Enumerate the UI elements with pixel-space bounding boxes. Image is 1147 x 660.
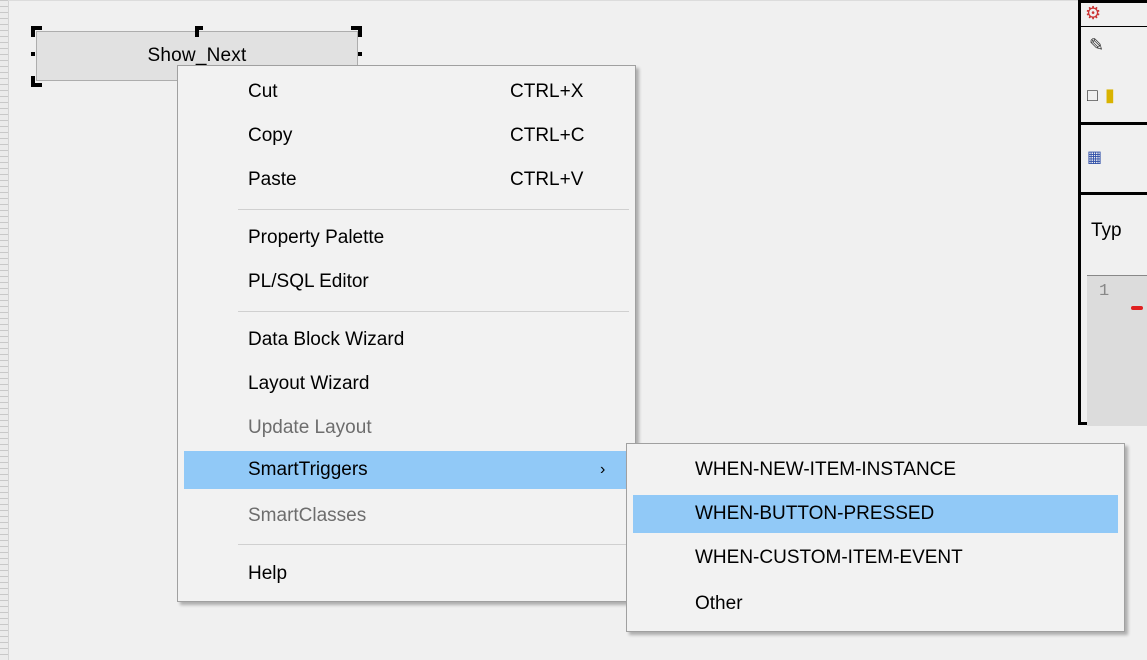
vertical-ruler (0, 0, 9, 660)
menu-item-label: PL/SQL Editor (248, 271, 369, 292)
menu-item-shortcut: CTRL+C (510, 125, 585, 146)
menu-item-label: Paste (248, 169, 297, 190)
menu-separator (238, 311, 629, 312)
menu-item-label: Help (248, 563, 288, 584)
smarttriggers-submenu: WHEN-NEW-ITEM-INSTANCE WHEN-BUTTON-PRESS… (626, 443, 1125, 632)
submenu-item-when-custom-item-event[interactable]: WHEN-CUSTOM-ITEM-EVENT (633, 539, 1118, 577)
menu-item-label: Data Block Wizard (248, 329, 405, 350)
resize-handle-top-mid-h[interactable] (195, 26, 203, 30)
compile-icon[interactable]: ⚙ (1085, 3, 1101, 24)
error-marker (1131, 306, 1143, 310)
menu-item-label: Copy (248, 125, 293, 146)
menu-item-label: SmartTriggers (248, 459, 368, 480)
menu-item-smartclasses: SmartClasses (184, 497, 629, 535)
side-panel-toolbar-2: ✎ (1081, 27, 1147, 71)
resize-handle-top-right-h[interactable] (351, 26, 362, 30)
resize-handle-top-left-h[interactable] (31, 26, 42, 30)
side-panel-toolbar-1: ⚙ (1081, 3, 1147, 27)
menu-separator (238, 544, 629, 545)
menu-item-plsql-editor[interactable]: PL/SQL Editor (184, 263, 629, 301)
menu-item-label: Layout Wizard (248, 373, 370, 394)
menu-item-copy[interactable]: Copy CTRL+C (184, 117, 629, 155)
menu-item-label: Update Layout (248, 417, 372, 438)
binary-data-icon[interactable]: ▦ (1087, 147, 1102, 167)
menu-item-label: Property Palette (248, 227, 385, 248)
menu-item-label: SmartClasses (248, 505, 367, 526)
menu-item-label: WHEN-NEW-ITEM-INSTANCE (695, 459, 957, 480)
open-folder-icon[interactable]: ▮ (1105, 85, 1115, 106)
menu-item-update-layout: Update Layout (184, 409, 629, 447)
resize-handle-right-mid[interactable] (358, 52, 362, 56)
side-panel-toolbar-4: ▦ (1081, 125, 1147, 195)
side-panel-toolbar-3: □ ▮ (1081, 71, 1147, 125)
menu-item-label: Cut (248, 81, 278, 102)
context-menu: Cut CTRL+X Copy CTRL+C Paste CTRL+V Prop… (177, 65, 636, 602)
submenu-item-other[interactable]: Other (633, 585, 1118, 623)
menu-item-data-block-wizard[interactable]: Data Block Wizard (184, 321, 629, 359)
canvas-border (8, 0, 1080, 1)
type-label: Typ (1091, 220, 1122, 241)
menu-item-property-palette[interactable]: Property Palette (184, 219, 629, 257)
menu-item-shortcut: CTRL+X (510, 81, 584, 102)
menu-item-smarttriggers[interactable]: SmartTriggers › (184, 451, 629, 489)
menu-separator (238, 209, 629, 210)
code-editor[interactable]: 1 (1087, 275, 1147, 426)
menu-item-label: Other (695, 593, 743, 614)
menu-item-layout-wizard[interactable]: Layout Wizard (184, 365, 629, 403)
submenu-item-when-new-item-instance[interactable]: WHEN-NEW-ITEM-INSTANCE (633, 451, 1118, 489)
submenu-item-when-button-pressed[interactable]: WHEN-BUTTON-PRESSED (633, 495, 1118, 533)
resize-handle-left-mid[interactable] (31, 52, 35, 56)
edit-icon[interactable]: ✎ (1089, 35, 1104, 56)
menu-item-label: WHEN-CUSTOM-ITEM-EVENT (695, 547, 963, 568)
resize-handle-bottom-left-h[interactable] (31, 83, 42, 87)
menu-item-cut[interactable]: Cut CTRL+X (184, 73, 629, 111)
line-number: 1 (1099, 282, 1110, 301)
menu-item-label: WHEN-BUTTON-PRESSED (695, 503, 935, 524)
submenu-arrow-icon: › (600, 461, 606, 478)
new-file-icon[interactable]: □ (1087, 85, 1098, 106)
menu-item-help[interactable]: Help (184, 555, 629, 593)
side-panel: ⚙ ✎ □ ▮ ▦ Typ 1 (1078, 0, 1147, 426)
menu-item-paste[interactable]: Paste CTRL+V (184, 161, 629, 199)
menu-item-shortcut: CTRL+V (510, 169, 584, 190)
